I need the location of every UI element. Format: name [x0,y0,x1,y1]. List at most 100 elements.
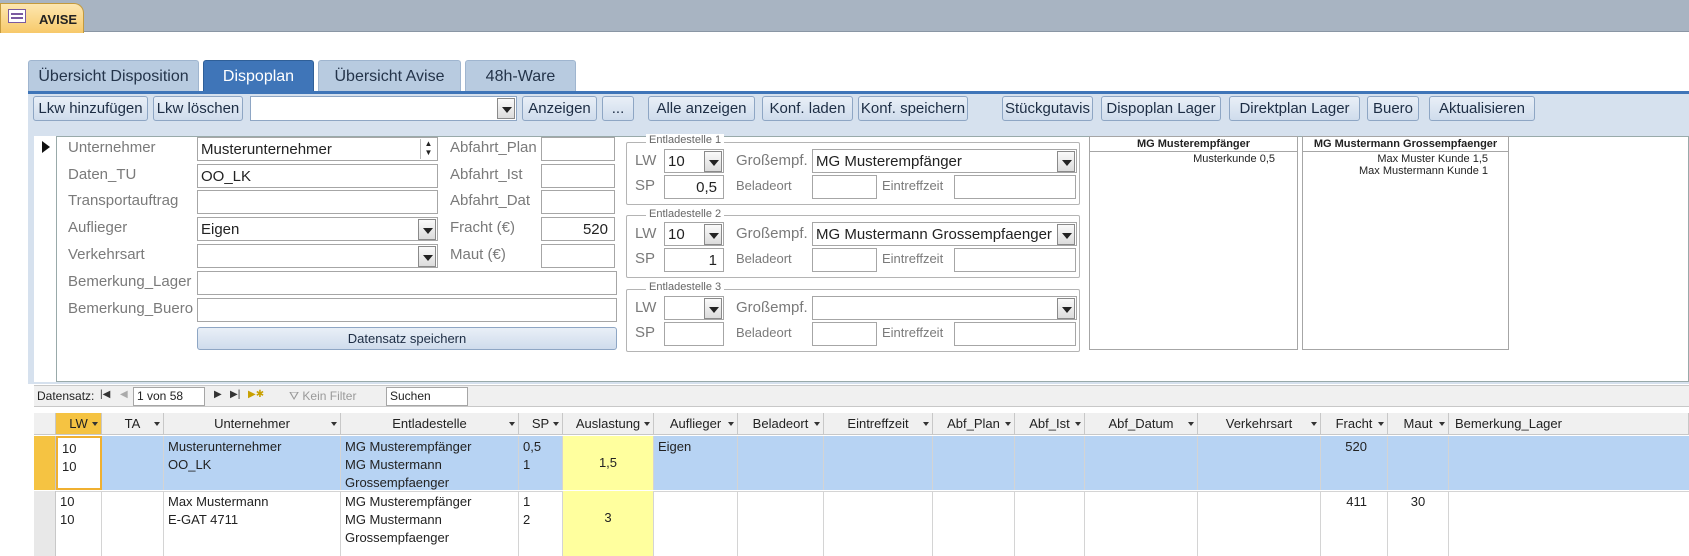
column-header-ta[interactable]: TA [102,413,164,435]
summary-list-1[interactable]: MG Musterempfänger Musterkunde 0,5 [1089,136,1298,350]
chevron-down-icon[interactable] [418,246,436,267]
table-cell-maut[interactable] [1388,436,1449,490]
column-header-verkehrsart[interactable]: Verkehrsart [1198,413,1321,435]
lw-combo[interactable]: 10 [664,149,724,173]
maut-field[interactable] [541,244,615,268]
table-cell-sp[interactable]: 1 2 [519,491,563,556]
direktplan-lager-button[interactable]: Direktplan Lager [1229,96,1360,121]
show-button[interactable]: Anzeigen [522,96,597,121]
column-header-fracht[interactable]: Fracht [1321,413,1388,435]
eintreffzeit-field[interactable] [954,322,1076,346]
sp-field[interactable]: 0,5 [664,175,724,199]
table-cell-unternehmer[interactable]: Musterunternehmer OO_LK [164,436,341,490]
conf-save-button[interactable]: Konf. speichern [858,96,968,121]
table-cell-abf-ist[interactable] [1015,436,1085,490]
lkw-select-combo[interactable] [250,96,517,121]
filter-toggle[interactable]: ⛛ Kein Filter [289,389,356,404]
table-cell-fracht[interactable]: 411 [1321,491,1388,556]
select-all-corner[interactable] [34,413,56,435]
chevron-down-icon[interactable] [1057,298,1075,319]
table-cell-auflieger[interactable]: Eigen [654,436,738,490]
record-selector[interactable] [34,136,57,382]
chevron-down-icon[interactable] [704,224,722,245]
abfahrt-ist-field[interactable] [541,164,615,188]
lkw-add-button[interactable]: Lkw hinzufügen [33,96,148,121]
table-cell-beladeort[interactable] [738,491,824,556]
table-cell-abf-datum[interactable] [1085,436,1198,490]
table-cell-auslastung[interactable]: 3 [563,491,654,556]
chevron-down-icon[interactable] [1057,151,1075,172]
table-cell-abf-datum[interactable] [1085,491,1198,556]
chevron-down-icon[interactable] [497,98,515,119]
tab-uebersicht-avise[interactable]: Übersicht Avise [318,60,461,92]
conf-load-button[interactable]: Konf. laden [762,96,853,121]
column-header-eintreffzeit[interactable]: Eintreffzeit [824,413,933,435]
refresh-button[interactable]: Aktualisieren [1429,96,1535,121]
table-cell-abf-plan[interactable] [933,491,1015,556]
tab-48h-ware[interactable]: 48h-Ware [465,60,576,92]
table-cell-verkehrsart[interactable] [1198,491,1321,556]
column-header-auslastung[interactable]: Auslastung [563,413,654,435]
fracht-field[interactable]: 520 [541,217,615,241]
column-header-auflieger[interactable]: Auflieger [654,413,738,435]
auflieger-combo[interactable]: Eigen [197,217,438,241]
table-cell-eintreffzeit[interactable] [824,436,933,490]
table-cell-auflieger[interactable] [654,491,738,556]
eintreffzeit-field[interactable] [954,175,1076,199]
summary-list-2[interactable]: MG Mustermann Grossempfaenger Max Muster… [1302,136,1509,350]
save-record-button[interactable]: Datensatz speichern [197,327,617,350]
eintreffzeit-field[interactable] [954,248,1076,272]
stueckgutavis-button[interactable]: Stückgutavis [1002,96,1093,121]
tab-uebersicht-disposition[interactable]: Übersicht Disposition [28,60,199,92]
search-input[interactable]: Suchen [386,387,468,406]
column-header-sp[interactable]: SP [519,413,563,435]
grossempf-combo[interactable]: MG Mustermann Grossempfaenger [812,222,1077,246]
table-cell-lw[interactable]: 10 10 [56,491,102,556]
table-cell-entladestelle[interactable]: MG Musterempfänger MG Mustermann Grossem… [341,436,519,490]
table-cell-abf-ist[interactable] [1015,491,1085,556]
chevron-down-icon[interactable] [704,151,722,172]
ellipsis-button[interactable]: ... [602,96,634,121]
last-record-icon[interactable]: ▶| [230,389,240,400]
next-record-icon[interactable]: ▶ [214,389,222,400]
spin-icon[interactable]: ▲ ▼ [420,139,436,159]
sp-field[interactable] [664,322,724,346]
first-record-icon[interactable]: |◀ [100,389,110,400]
column-header-lw[interactable]: LW [56,413,102,435]
daten-tu-field[interactable]: OO_LK [197,164,438,188]
table-cell-ta[interactable] [102,491,164,556]
tab-dispoplan[interactable]: Dispoplan [203,60,314,92]
transportauftrag-field[interactable] [197,190,438,214]
abfahrt-plan-field[interactable] [541,137,615,161]
table-cell-beladeort[interactable] [738,436,824,490]
beladeort-field[interactable] [812,175,877,199]
dispoplan-lager-button[interactable]: Dispoplan Lager [1101,96,1221,121]
table-cell-maut[interactable]: 30 [1388,491,1449,556]
table-cell-fracht[interactable]: 520 [1321,436,1388,490]
column-header-bemerkung-lager[interactable]: Bemerkung_Lager [1449,413,1689,435]
column-header-maut[interactable]: Maut [1388,413,1449,435]
beladeort-field[interactable] [812,322,877,346]
new-record-icon[interactable]: ▶✱ [248,389,264,400]
table-cell-auslastung[interactable]: 1,5 [563,436,654,490]
column-header-abf-ist[interactable]: Abf_Ist [1015,413,1085,435]
column-header-entladestelle[interactable]: Entladestelle [341,413,519,435]
buero-button[interactable]: Buero [1367,96,1419,121]
table-cell-entladestelle[interactable]: MG Musterempfänger MG Mustermann Grossem… [341,491,519,556]
chevron-down-icon[interactable] [704,298,722,319]
verkehrsart-combo[interactable] [197,244,438,268]
beladeort-field[interactable] [812,248,877,272]
lw-combo[interactable] [664,296,724,320]
prev-record-icon[interactable]: ◀ [120,389,128,400]
table-cell-eintreffzeit[interactable] [824,491,933,556]
bemerkung-buero-field[interactable] [197,298,617,322]
bemerkung-lager-field[interactable] [197,271,617,295]
sp-field[interactable]: 1 [664,248,724,272]
show-all-button[interactable]: Alle anzeigen [648,96,755,121]
lkw-delete-button[interactable]: Lkw löschen [153,96,243,121]
column-header-abf-plan[interactable]: Abf_Plan [933,413,1015,435]
grossempf-combo[interactable] [812,296,1077,320]
record-position-field[interactable]: 1 von 58 [133,387,205,406]
table-cell-unternehmer[interactable]: Max Mustermann E-GAT 4711 [164,491,341,556]
chevron-down-icon[interactable] [418,219,436,240]
